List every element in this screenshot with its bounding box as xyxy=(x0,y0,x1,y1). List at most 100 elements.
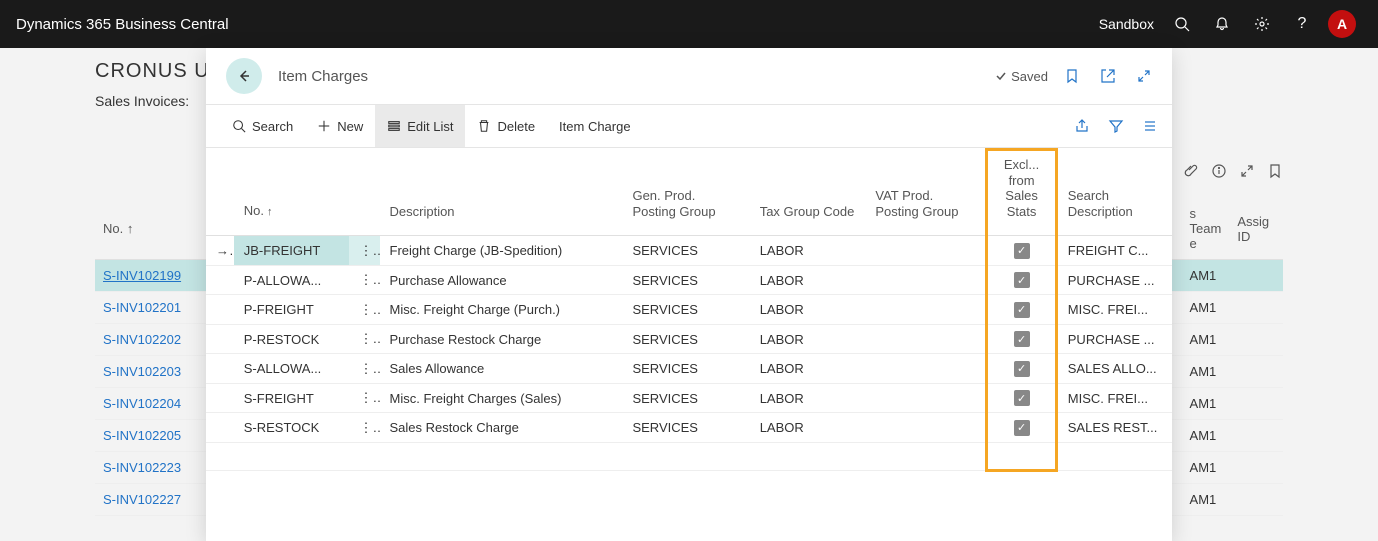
invoice-no-link[interactable]: S-INV102201 xyxy=(95,292,200,324)
item-charge-row[interactable]: → JB-FREIGHT ⋮ Freight Charge (JB-Spedit… xyxy=(206,236,1172,266)
cell-search-description[interactable]: PURCHASE ... xyxy=(1056,265,1172,295)
expand-icon[interactable] xyxy=(1239,163,1255,179)
invoice-no-link[interactable]: S-INV102202 xyxy=(95,324,200,356)
col-no[interactable]: No. xyxy=(234,150,350,236)
invoice-no-link[interactable]: S-INV102223 xyxy=(95,452,200,484)
cell-gen-prod-posting-group[interactable]: SERVICES xyxy=(622,354,749,384)
cell-gen-prod-posting-group[interactable]: SERVICES xyxy=(622,265,749,295)
settings-icon[interactable] xyxy=(1242,0,1282,48)
new-button[interactable]: New xyxy=(305,105,375,147)
cell-description[interactable]: Misc. Freight Charges (Sales) xyxy=(380,383,623,413)
info-icon[interactable] xyxy=(1211,163,1227,179)
cell-description[interactable]: Purchase Restock Charge xyxy=(380,324,623,354)
empty-row[interactable] xyxy=(206,442,1172,470)
col-search-description[interactable]: Search Description xyxy=(1056,150,1172,236)
cell-tax-group-code[interactable]: LABOR xyxy=(750,413,866,443)
cell-excl-from-sales-stats[interactable]: ✓ xyxy=(987,413,1056,443)
cell-vat-prod-posting-group[interactable] xyxy=(865,354,986,384)
filter-icon[interactable] xyxy=(1108,118,1124,134)
cell-search-description[interactable]: MISC. FREI... xyxy=(1056,295,1172,325)
back-button[interactable] xyxy=(226,58,262,94)
row-menu-icon[interactable]: ⋮ xyxy=(349,413,379,443)
row-menu-icon[interactable]: ⋮ xyxy=(349,324,379,354)
search-button[interactable]: Search xyxy=(220,105,305,147)
cell-description[interactable]: Sales Allowance xyxy=(380,354,623,384)
cell-gen-prod-posting-group[interactable]: SERVICES xyxy=(622,295,749,325)
cell-search-description[interactable]: PURCHASE ... xyxy=(1056,324,1172,354)
cell-no[interactable]: P-RESTOCK xyxy=(234,324,350,354)
item-charge-row[interactable]: P-ALLOWA... ⋮ Purchase Allowance SERVICE… xyxy=(206,265,1172,295)
item-charge-row[interactable]: S-ALLOWA... ⋮ Sales Allowance SERVICES L… xyxy=(206,354,1172,384)
expand-icon[interactable] xyxy=(1136,68,1152,84)
cell-gen-prod-posting-group[interactable]: SERVICES xyxy=(622,383,749,413)
cell-no[interactable]: S-RESTOCK xyxy=(234,413,350,443)
cell-vat-prod-posting-group[interactable] xyxy=(865,413,986,443)
search-icon[interactable] xyxy=(1162,0,1202,48)
cell-tax-group-code[interactable]: LABOR xyxy=(750,265,866,295)
cell-search-description[interactable]: FREIGHT C... xyxy=(1056,236,1172,266)
user-avatar[interactable]: A xyxy=(1322,0,1362,48)
cell-tax-group-code[interactable]: LABOR xyxy=(750,324,866,354)
col-no[interactable]: No. ↑ xyxy=(95,198,200,260)
cell-no[interactable]: P-ALLOWA... xyxy=(234,265,350,295)
cell-vat-prod-posting-group[interactable] xyxy=(865,265,986,295)
delete-button[interactable]: Delete xyxy=(465,105,547,147)
cell-no[interactable]: JB-FREIGHT xyxy=(234,236,350,266)
bookmark-icon[interactable] xyxy=(1064,68,1080,84)
share-icon[interactable] xyxy=(1074,118,1090,134)
cell-description[interactable]: Misc. Freight Charge (Purch.) xyxy=(380,295,623,325)
col-gen-prod-posting-group[interactable]: Gen. Prod. Posting Group xyxy=(622,150,749,236)
invoice-no-link[interactable]: S-INV102199 xyxy=(95,260,200,292)
invoice-no-link[interactable]: S-INV102205 xyxy=(95,420,200,452)
bookmark-icon[interactable] xyxy=(1267,163,1283,179)
cell-no[interactable]: P-FREIGHT xyxy=(234,295,350,325)
popout-icon[interactable] xyxy=(1100,68,1116,84)
cell-tax-group-code[interactable]: LABOR xyxy=(750,354,866,384)
cell-excl-from-sales-stats[interactable]: ✓ xyxy=(987,295,1056,325)
cell-excl-from-sales-stats[interactable]: ✓ xyxy=(987,236,1056,266)
cell-excl-from-sales-stats[interactable]: ✓ xyxy=(987,354,1056,384)
invoice-no-link[interactable]: S-INV102204 xyxy=(95,388,200,420)
cell-no[interactable]: S-FREIGHT xyxy=(234,383,350,413)
notifications-icon[interactable] xyxy=(1202,0,1242,48)
cell-description[interactable]: Sales Restock Charge xyxy=(380,413,623,443)
item-charge-row[interactable]: P-FREIGHT ⋮ Misc. Freight Charge (Purch.… xyxy=(206,295,1172,325)
col-assig[interactable]: AssigID xyxy=(1229,198,1283,260)
invoice-no-link[interactable]: S-INV102227 xyxy=(95,484,200,516)
row-menu-icon[interactable]: ⋮ xyxy=(349,265,379,295)
cell-gen-prod-posting-group[interactable]: SERVICES xyxy=(622,413,749,443)
item-charge-row[interactable]: P-RESTOCK ⋮ Purchase Restock Charge SERV… xyxy=(206,324,1172,354)
cell-gen-prod-posting-group[interactable]: SERVICES xyxy=(622,236,749,266)
col-tax-group-code[interactable]: Tax Group Code xyxy=(750,150,866,236)
cell-description[interactable]: Purchase Allowance xyxy=(380,265,623,295)
cell-description[interactable]: Freight Charge (JB-Spedition) xyxy=(380,236,623,266)
item-charge-row[interactable]: S-RESTOCK ⋮ Sales Restock Charge SERVICE… xyxy=(206,413,1172,443)
cell-vat-prod-posting-group[interactable] xyxy=(865,295,986,325)
cell-vat-prod-posting-group[interactable] xyxy=(865,236,986,266)
cell-excl-from-sales-stats[interactable]: ✓ xyxy=(987,324,1056,354)
cell-vat-prod-posting-group[interactable] xyxy=(865,383,986,413)
attachments-icon[interactable] xyxy=(1183,163,1199,179)
cell-search-description[interactable]: SALES ALLO... xyxy=(1056,354,1172,384)
col-vat-prod-posting-group[interactable]: VAT Prod. Posting Group xyxy=(865,150,986,236)
item-charge-row[interactable]: S-FREIGHT ⋮ Misc. Freight Charges (Sales… xyxy=(206,383,1172,413)
col-description[interactable]: Description xyxy=(380,150,623,236)
cell-tax-group-code[interactable]: LABOR xyxy=(750,295,866,325)
row-menu-icon[interactable]: ⋮ xyxy=(349,236,379,266)
cell-search-description[interactable]: SALES REST... xyxy=(1056,413,1172,443)
help-icon[interactable]: ? xyxy=(1282,0,1322,48)
cell-gen-prod-posting-group[interactable]: SERVICES xyxy=(622,324,749,354)
cell-vat-prod-posting-group[interactable] xyxy=(865,324,986,354)
cell-tax-group-code[interactable]: LABOR xyxy=(750,236,866,266)
cell-no[interactable]: S-ALLOWA... xyxy=(234,354,350,384)
list-view-icon[interactable] xyxy=(1142,118,1158,134)
col-excl-from-sales-stats[interactable]: Excl... from Sales Stats xyxy=(987,150,1056,236)
cell-excl-from-sales-stats[interactable]: ✓ xyxy=(987,383,1056,413)
item-charge-button[interactable]: Item Charge xyxy=(547,105,643,147)
row-menu-icon[interactable]: ⋮ xyxy=(349,354,379,384)
cell-search-description[interactable]: MISC. FREI... xyxy=(1056,383,1172,413)
invoice-no-link[interactable]: S-INV102203 xyxy=(95,356,200,388)
row-menu-icon[interactable]: ⋮ xyxy=(349,383,379,413)
row-menu-icon[interactable]: ⋮ xyxy=(349,295,379,325)
cell-tax-group-code[interactable]: LABOR xyxy=(750,383,866,413)
